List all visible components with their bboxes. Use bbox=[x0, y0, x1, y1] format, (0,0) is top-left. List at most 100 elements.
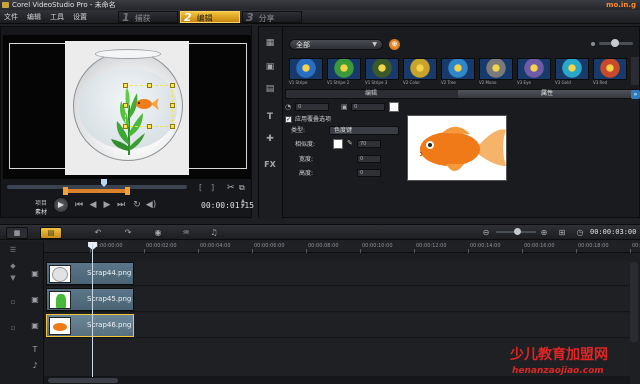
overlay-selection-box[interactable] bbox=[123, 83, 175, 129]
resize-handle[interactable] bbox=[147, 124, 152, 129]
step-capture[interactable]: 1 捕获 bbox=[118, 11, 178, 24]
timeline-ruler[interactable]: 00:00:00:00 00:00:02:00 00:00:04:00 00:00:0… bbox=[44, 241, 640, 253]
app-icon bbox=[2, 2, 9, 8]
title-bar: Corel VideoStudio Pro - 未命名 bbox=[0, 0, 640, 10]
library-thumbnail[interactable]: V2 Tree bbox=[441, 58, 475, 86]
timeline-clip[interactable]: Scrap45.png bbox=[46, 288, 134, 311]
key-color-swatch[interactable] bbox=[333, 139, 343, 149]
video-track-icon[interactable]: ▣ bbox=[28, 269, 42, 279]
track-lock-icon[interactable]: ▫ bbox=[8, 297, 18, 307]
library-thumbnail[interactable]: V1 Stripe 2 bbox=[327, 58, 361, 86]
volume-icon[interactable]: ◀) bbox=[145, 199, 157, 211]
thumbnail-size-slider[interactable] bbox=[599, 39, 633, 47]
mark-out-icon[interactable]: ] bbox=[211, 183, 221, 193]
tab-attributes[interactable]: 属性 bbox=[458, 90, 636, 98]
rotation-spinner[interactable]: 0 bbox=[295, 103, 329, 111]
scroll-thumb[interactable] bbox=[48, 378, 118, 383]
record-capture-icon[interactable]: ◉ bbox=[152, 228, 164, 238]
menu-edit[interactable]: 编辑 bbox=[27, 10, 41, 24]
fx-icon[interactable]: FX bbox=[263, 159, 277, 171]
graphic-icon[interactable]: ▤ bbox=[263, 83, 277, 95]
step-share[interactable]: 3 分享 bbox=[242, 11, 302, 24]
library-thumbnail[interactable]: V3 Red bbox=[593, 58, 627, 86]
resize-handle[interactable] bbox=[147, 83, 152, 88]
library-thumbnail[interactable]: V1 Stripe 3 bbox=[365, 58, 399, 86]
similarity-spinner[interactable]: 70 bbox=[357, 140, 381, 148]
eyedropper-icon[interactable]: ✎ bbox=[347, 139, 355, 149]
ripple-icon[interactable]: ▼ bbox=[8, 273, 18, 283]
trim-in-marker[interactable] bbox=[63, 187, 68, 195]
storyboard-view-button[interactable]: ▦ bbox=[6, 227, 28, 239]
previous-frame-icon[interactable]: ◀ bbox=[87, 199, 99, 211]
thumbnail-image bbox=[327, 58, 361, 80]
media-icon[interactable]: ▦ bbox=[263, 37, 277, 49]
fit-project-icon[interactable]: ⊞ bbox=[556, 228, 568, 238]
resize-handle[interactable] bbox=[170, 124, 175, 129]
chapter-icon[interactable]: ◆ bbox=[8, 261, 18, 271]
library-thumbnail[interactable]: V2 Color bbox=[403, 58, 437, 86]
voice-track-icon[interactable]: ♪ bbox=[28, 361, 42, 371]
menu-tools[interactable]: 工具 bbox=[50, 10, 64, 24]
undo-icon[interactable]: ↶ bbox=[92, 228, 104, 238]
gallery-dropdown[interactable]: 全部 ▼ bbox=[289, 39, 383, 50]
resize-handle[interactable] bbox=[170, 103, 175, 108]
overlay-track-1-icon[interactable]: ▣ bbox=[28, 295, 42, 305]
apply-overlay-checkbox[interactable]: ✓ bbox=[285, 116, 292, 123]
resize-handle[interactable] bbox=[123, 103, 128, 108]
filter-icon[interactable]: ✚ bbox=[263, 133, 277, 145]
timeline-vertical-scrollbar[interactable] bbox=[630, 262, 638, 342]
library-thumbnail[interactable]: V2 Mono bbox=[479, 58, 513, 86]
resize-handle[interactable] bbox=[123, 124, 128, 129]
enlarge-icon[interactable]: ⧉ bbox=[239, 183, 249, 193]
timeline-clip-selected[interactable]: Scrap46.png bbox=[46, 314, 134, 337]
add-gallery-button[interactable]: ⊕ bbox=[389, 39, 400, 50]
timecode-stepper-icon[interactable]: ▲ ▼ bbox=[241, 199, 247, 209]
expand-options-icon[interactable]: » bbox=[631, 90, 640, 99]
overlay-track-2-icon[interactable]: ▣ bbox=[28, 321, 42, 331]
resize-handle[interactable] bbox=[170, 83, 175, 88]
zoom-in-icon[interactable]: ⊕ bbox=[538, 228, 550, 238]
tab-edit[interactable]: 编辑 bbox=[286, 90, 456, 98]
track-lock-icon[interactable]: ▫ bbox=[8, 323, 18, 333]
height-spinner[interactable]: 0 bbox=[357, 169, 381, 177]
slider-knob[interactable] bbox=[611, 39, 619, 47]
menu-file[interactable]: 文件 bbox=[4, 10, 18, 24]
home-icon[interactable]: ⏮ bbox=[73, 199, 85, 211]
mark-in-icon[interactable]: [ bbox=[199, 183, 209, 193]
width-spinner[interactable]: 0 bbox=[357, 155, 381, 163]
ruler-label: 00:00:20:00 bbox=[632, 243, 640, 249]
end-icon[interactable]: ⏭ bbox=[115, 199, 127, 211]
trim-out-marker[interactable] bbox=[125, 187, 130, 195]
timeline-zoom-knob[interactable] bbox=[514, 228, 521, 235]
step-edit[interactable]: 2 编辑 bbox=[180, 11, 240, 24]
auto-music-icon[interactable]: ♫ bbox=[208, 228, 220, 238]
title-icon[interactable]: T bbox=[263, 111, 277, 123]
timeline-clip[interactable]: Scrap44.png bbox=[46, 262, 134, 285]
title-track-icon[interactable]: T bbox=[28, 345, 42, 355]
audio-mixer-icon[interactable]: ♒ bbox=[180, 228, 192, 238]
timeline-view-button[interactable]: ▤ bbox=[40, 227, 62, 239]
redo-icon[interactable]: ↷ bbox=[122, 228, 134, 238]
project-mode-label[interactable]: 项目 bbox=[35, 198, 47, 207]
track-manager-icon[interactable]: ☰ bbox=[8, 245, 18, 255]
border-spinner[interactable]: 0 bbox=[351, 103, 385, 111]
library-thumbnail[interactable]: V3 Eye bbox=[517, 58, 551, 86]
repeat-icon[interactable]: ↻ bbox=[131, 199, 143, 211]
thumbnail-caption: V2 Color bbox=[403, 80, 420, 85]
play-button[interactable]: ▶ bbox=[53, 197, 69, 213]
library-scrollbar[interactable] bbox=[631, 57, 639, 85]
library-thumbnail[interactable]: V1 Stripe bbox=[289, 58, 323, 86]
transition-icon[interactable]: ▣ bbox=[263, 61, 277, 73]
step-label: 编辑 bbox=[196, 14, 213, 23]
resize-handle[interactable] bbox=[123, 83, 128, 88]
border-color-swatch[interactable] bbox=[389, 102, 399, 112]
width-label: 宽度: bbox=[299, 156, 314, 163]
type-dropdown[interactable]: 色度键 bbox=[329, 126, 399, 135]
menu-settings[interactable]: 设置 bbox=[73, 10, 87, 24]
library-thumbnail[interactable]: V3 Gold bbox=[555, 58, 589, 86]
preview-screen[interactable] bbox=[3, 35, 251, 179]
clip-mode-label[interactable]: 素材 bbox=[35, 207, 47, 216]
zoom-out-icon[interactable]: ⊖ bbox=[480, 228, 492, 238]
next-frame-icon[interactable]: ▶ bbox=[101, 199, 113, 211]
scissors-icon[interactable]: ✂ bbox=[227, 183, 237, 193]
